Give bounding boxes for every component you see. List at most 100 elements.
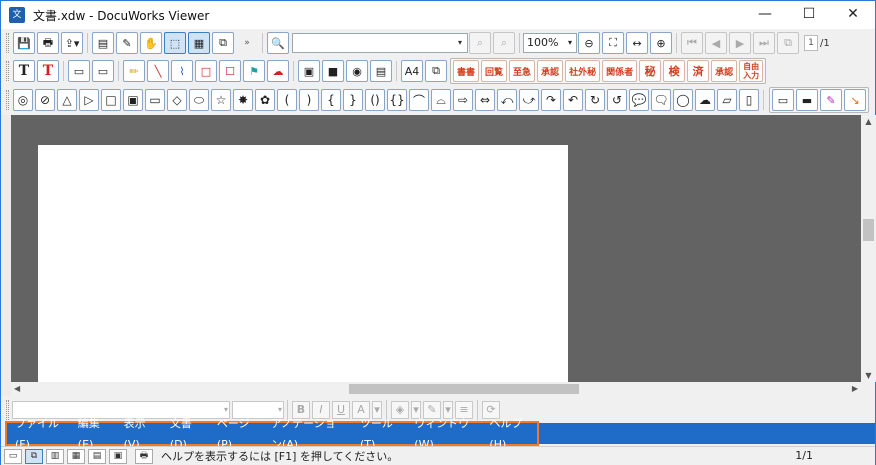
- stamp-button[interactable]: 至急: [509, 60, 536, 82]
- search-input[interactable]: ▾: [292, 33, 468, 53]
- toolbar-overflow-icon[interactable]: »: [235, 38, 259, 48]
- shape-tool-button[interactable]: ◎: [13, 89, 33, 111]
- save-button[interactable]: 💾: [13, 32, 35, 54]
- continuous-view-icon[interactable]: ⧉: [25, 448, 43, 464]
- shape-tool-button[interactable]: {: [321, 89, 341, 111]
- text-annotation-red-button[interactable]: T: [37, 60, 59, 82]
- last-page-button[interactable]: ⏭: [753, 32, 775, 54]
- shape-tool-button[interactable]: □: [101, 89, 121, 111]
- text-annotation-button[interactable]: T: [13, 60, 35, 82]
- thumbnail-button[interactable]: ⧉: [212, 32, 234, 54]
- shape-tool-button[interactable]: ▱: [717, 89, 737, 111]
- maximize-button[interactable]: ☐: [787, 1, 831, 29]
- toolbar-grip[interactable]: [6, 61, 9, 81]
- zoom-out-button[interactable]: ⊖: [578, 32, 600, 54]
- sticky-note-2-button[interactable]: ▭: [92, 60, 114, 82]
- horizontal-scroll-thumb[interactable]: [349, 384, 579, 394]
- shape-tool-button[interactable]: ⤻: [519, 89, 539, 111]
- callout-button[interactable]: ☐: [219, 60, 241, 82]
- shape-tool-button[interactable]: ▣: [123, 89, 143, 111]
- shape-tool-button[interactable]: 💬: [629, 89, 649, 111]
- shape-tool-button[interactable]: ⬭: [189, 89, 209, 111]
- stamp-button[interactable]: 回覧: [481, 60, 508, 82]
- scroll-right-icon[interactable]: ▶: [852, 382, 858, 396]
- hand-tool-button[interactable]: ✋: [140, 32, 162, 54]
- pen-highlight-button[interactable]: ✎: [820, 89, 842, 111]
- zoom-select[interactable]: 100% ▾: [523, 33, 577, 53]
- document-page[interactable]: [38, 145, 568, 382]
- left-pane-splitter[interactable]: [1, 115, 11, 396]
- shape-tool-button[interactable]: (: [277, 89, 297, 111]
- find-previous-button[interactable]: ⌕: [469, 32, 491, 54]
- thumbnail-view-icon[interactable]: ▦: [67, 448, 85, 464]
- shape-tool-button[interactable]: ▯: [739, 89, 759, 111]
- round-stamp-button[interactable]: 秘: [639, 60, 662, 82]
- shape-tool-button[interactable]: ▭: [145, 89, 165, 111]
- line-button[interactable]: ╲: [147, 60, 169, 82]
- shape-tool-button[interactable]: ↺: [607, 89, 627, 111]
- stamp-tool-1-button[interactable]: ▣: [298, 60, 320, 82]
- text-select-button[interactable]: ▦: [188, 32, 210, 54]
- custom-stamp-button[interactable]: 自由 入力: [739, 60, 764, 82]
- shape-tool-button[interactable]: ⊘: [35, 89, 55, 111]
- two-page-view-icon[interactable]: ▥: [46, 448, 64, 464]
- marker-button[interactable]: ✏: [123, 60, 145, 82]
- shape-tool-button[interactable]: ⇔: [475, 89, 495, 111]
- round-stamp-button[interactable]: 検: [663, 60, 686, 82]
- shape-tool-button[interactable]: ☁: [695, 89, 715, 111]
- select-tool-button[interactable]: ⬚: [164, 32, 186, 54]
- send-to-button[interactable]: ⇪▾: [61, 32, 83, 54]
- shape-tool-button[interactable]: ↶: [563, 89, 583, 111]
- rectangle-annotation-button[interactable]: □: [195, 60, 217, 82]
- shape-tool-button[interactable]: ◯: [673, 89, 693, 111]
- shape-tool-button[interactable]: {}: [387, 89, 407, 111]
- stamp-tool-4-button[interactable]: ▤: [370, 60, 392, 82]
- shape-tool-button[interactable]: ⌒: [409, 89, 429, 111]
- sticky-note-button[interactable]: ▭: [68, 60, 90, 82]
- previous-page-button[interactable]: ◀: [705, 32, 727, 54]
- shape-tool-button[interactable]: 🗨: [651, 89, 671, 111]
- scroll-up-icon[interactable]: ▲: [861, 117, 876, 126]
- toolbar-grip[interactable]: [6, 33, 9, 53]
- stamp-button[interactable]: 書書: [453, 60, 480, 82]
- shape-tool-button[interactable]: △: [57, 89, 77, 111]
- stamp-tool-3-button[interactable]: ◉: [346, 60, 368, 82]
- shape-tool-button[interactable]: ): [299, 89, 319, 111]
- zoom-dropdown-icon[interactable]: ▾: [564, 34, 576, 52]
- scroll-down-icon[interactable]: ▼: [861, 371, 876, 380]
- fit-width-button[interactable]: ↔: [626, 32, 648, 54]
- rect-highlight-button[interactable]: ▭: [772, 89, 794, 111]
- cloud-button[interactable]: ☁: [267, 60, 289, 82]
- stamp-button[interactable]: 承認: [537, 60, 564, 82]
- shape-tool-button[interactable]: ↻: [585, 89, 605, 111]
- stamp-tool-2-button[interactable]: ■: [322, 60, 344, 82]
- print-button[interactable]: 🖶: [37, 32, 59, 54]
- annotation-mode-button[interactable]: ✎: [116, 32, 138, 54]
- line-highlight-button[interactable]: ▬: [796, 89, 818, 111]
- document-workspace[interactable]: [11, 115, 861, 382]
- annotation-view-icon[interactable]: ▣: [109, 448, 127, 464]
- toolbar-grip[interactable]: [6, 90, 9, 110]
- spread-view-icon[interactable]: ▤: [88, 448, 106, 464]
- first-page-button[interactable]: ⏮: [681, 32, 703, 54]
- vertical-scrollbar[interactable]: ▲ ▼: [861, 115, 876, 382]
- horizontal-scrollbar[interactable]: ◀ ▶: [11, 382, 861, 396]
- single-page-view-icon[interactable]: ▭: [4, 448, 22, 464]
- shape-tool-button[interactable]: (): [365, 89, 385, 111]
- shape-tool-button[interactable]: ▷: [79, 89, 99, 111]
- page-number-tool-button[interactable]: A4: [401, 60, 423, 82]
- scroll-left-icon[interactable]: ◀: [14, 382, 20, 396]
- date-stamp-button[interactable]: 承認: [711, 60, 738, 82]
- zoom-in-button[interactable]: ⊕: [650, 32, 672, 54]
- page-number-input[interactable]: 1: [804, 35, 818, 51]
- freehand-button[interactable]: ⌇: [171, 60, 193, 82]
- shape-tool-button[interactable]: ◇: [167, 89, 187, 111]
- search-dropdown-icon[interactable]: ▾: [453, 34, 467, 52]
- find-next-button[interactable]: ⌕: [493, 32, 515, 54]
- shape-tool-button[interactable]: ✸: [233, 89, 253, 111]
- search-icon[interactable]: 🔍: [267, 32, 289, 54]
- shape-tool-button[interactable]: ↷: [541, 89, 561, 111]
- stamp-button[interactable]: 関係者: [602, 60, 638, 82]
- stamp-button[interactable]: 社外秘: [565, 60, 601, 82]
- shape-tool-button[interactable]: ☆: [211, 89, 231, 111]
